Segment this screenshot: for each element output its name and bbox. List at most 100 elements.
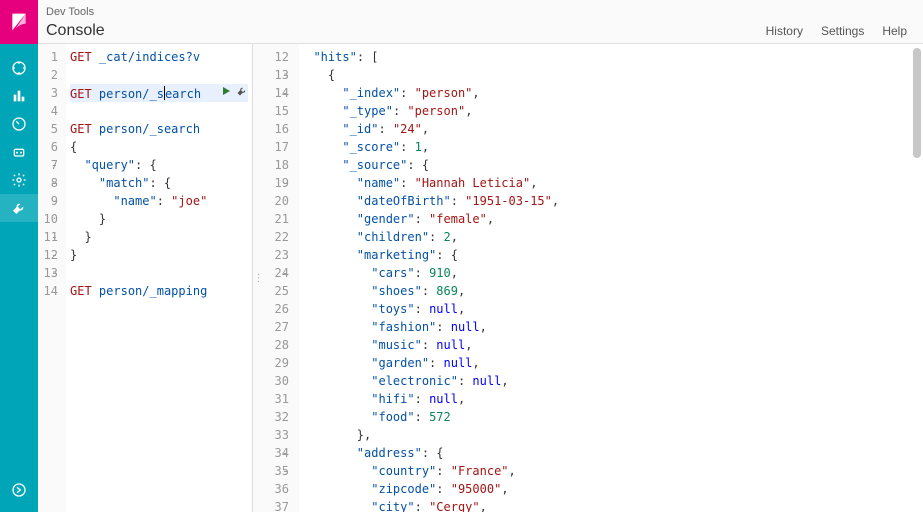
output-gutter-line: 27 bbox=[263, 318, 289, 336]
nav-discover[interactable] bbox=[0, 54, 38, 82]
left-sidebar bbox=[0, 0, 38, 512]
output-line: "zipcode": "95000", bbox=[299, 480, 923, 498]
wrench-icon bbox=[11, 200, 27, 216]
output-line: "shoes": 869, bbox=[299, 282, 923, 300]
history-link[interactable]: History bbox=[766, 24, 803, 38]
output-gutter-line: 24 bbox=[263, 264, 289, 282]
output-gutter-line: 12 - bbox=[263, 48, 289, 66]
editor-line[interactable]: "match": { bbox=[70, 174, 248, 192]
editor-gutter-line: 5 bbox=[38, 120, 58, 138]
editor-gutter-line: 10 - bbox=[38, 210, 58, 228]
output-gutter-line: 25 bbox=[263, 282, 289, 300]
collapse-icon bbox=[11, 482, 27, 498]
nav-timelion[interactable] bbox=[0, 138, 38, 166]
output-gutter-line: 19 bbox=[263, 174, 289, 192]
output-line: "_score": 1, bbox=[299, 138, 923, 156]
output-gutter-line: 32 bbox=[263, 408, 289, 426]
editor-line[interactable]: } bbox=[70, 210, 248, 228]
output-line: "_index": "person", bbox=[299, 84, 923, 102]
nav-collapse[interactable] bbox=[0, 476, 38, 504]
output-gutter-line: 31 bbox=[263, 390, 289, 408]
output-gutter-line: 28 bbox=[263, 336, 289, 354]
output-line: "_id": "24", bbox=[299, 120, 923, 138]
breadcrumb: Dev Tools bbox=[46, 4, 907, 18]
kibana-logo[interactable] bbox=[0, 0, 38, 44]
nav-dashboard[interactable] bbox=[0, 110, 38, 138]
output-line: "marketing": { bbox=[299, 246, 923, 264]
output-gutter-line: 16 bbox=[263, 120, 289, 138]
editor-gutter-line: 3 bbox=[38, 84, 58, 102]
output-line: "food": 572 bbox=[299, 408, 923, 426]
output-line: "address": { bbox=[299, 444, 923, 462]
output-scrollbar[interactable] bbox=[913, 48, 921, 158]
output-line: "garden": null, bbox=[299, 354, 923, 372]
editor-gutter: 1 2 3 4 5 6 -7 -8 -9 10 -11 -12 -13 14 bbox=[38, 44, 66, 512]
nav-visualize[interactable] bbox=[0, 82, 38, 110]
output-gutter-line: 22 bbox=[263, 228, 289, 246]
output-gutter-line: 17 bbox=[263, 138, 289, 156]
request-options-icon[interactable] bbox=[236, 84, 248, 102]
output-line: "fashion": null, bbox=[299, 318, 923, 336]
bar-chart-icon bbox=[11, 88, 27, 104]
output-line: "music": null, bbox=[299, 336, 923, 354]
output-line: "name": "Hannah Leticia", bbox=[299, 174, 923, 192]
output-gutter-line: 14 bbox=[263, 84, 289, 102]
output-gutter-line: 20 bbox=[263, 192, 289, 210]
output-gutter-line: 26 bbox=[263, 300, 289, 318]
editor-line[interactable]: { bbox=[70, 138, 248, 156]
kibana-logo-icon bbox=[9, 12, 29, 32]
request-actions bbox=[220, 84, 248, 102]
output-line: "dateOfBirth": "1951-03-15", bbox=[299, 192, 923, 210]
pane-splitter[interactable]: ⋮ bbox=[253, 44, 263, 512]
run-request-icon[interactable] bbox=[220, 84, 232, 102]
editor-line[interactable]: "name": "joe" bbox=[70, 192, 248, 210]
output-line: "hifi": null, bbox=[299, 390, 923, 408]
editor-code[interactable]: GET _cat/indices?v GET person/_search GET … bbox=[66, 44, 252, 512]
output-gutter-line: 36 bbox=[263, 480, 289, 498]
output-gutter-line: 21 bbox=[263, 210, 289, 228]
output-gutter-line: 35 bbox=[263, 462, 289, 480]
output-line: "toys": null, bbox=[299, 300, 923, 318]
editor-gutter-line: 1 bbox=[38, 48, 58, 66]
output-gutter-line: 23 - bbox=[263, 246, 289, 264]
output-gutter-line: 33 - bbox=[263, 426, 289, 444]
editor-gutter-line: 2 bbox=[38, 66, 58, 84]
editor-line[interactable]: } bbox=[70, 228, 248, 246]
help-link[interactable]: Help bbox=[882, 24, 907, 38]
nav-items bbox=[0, 54, 38, 476]
output-line: "_type": "person", bbox=[299, 102, 923, 120]
request-editor[interactable]: 1 2 3 4 5 6 -7 -8 -9 10 -11 -12 -13 14 G… bbox=[38, 44, 253, 512]
output-line: "hits": [ bbox=[299, 48, 923, 66]
robot-icon bbox=[11, 144, 27, 160]
splitter-dots-icon: ⋮ bbox=[254, 273, 263, 284]
editor-line[interactable] bbox=[70, 264, 248, 282]
output-gutter-line: 13 - bbox=[263, 66, 289, 84]
toolbar-right: History Settings Help bbox=[766, 24, 907, 38]
editor-line[interactable] bbox=[70, 66, 248, 84]
response-output[interactable]: 12 -13 -14 15 16 17 18 -19 20 21 22 23 -… bbox=[263, 44, 923, 512]
nav-dev-tools[interactable] bbox=[0, 194, 38, 222]
editor-line[interactable]: GET person/_search bbox=[70, 120, 248, 138]
output-line: "country": "France", bbox=[299, 462, 923, 480]
editor-gutter-line: 7 - bbox=[38, 156, 58, 174]
editor-gutter-line: 4 bbox=[38, 102, 58, 120]
editor-line[interactable]: GET _cat/indices?v bbox=[70, 48, 248, 66]
editor-line[interactable]: GET person/_mapping bbox=[70, 282, 248, 300]
page-title: Console bbox=[46, 22, 105, 40]
editor-line[interactable]: } bbox=[70, 246, 248, 264]
settings-link[interactable]: Settings bbox=[821, 24, 864, 38]
gauge-icon bbox=[11, 116, 27, 132]
output-gutter: 12 -13 -14 15 16 17 18 -19 20 21 22 23 -… bbox=[263, 44, 299, 512]
compass-icon bbox=[11, 60, 27, 76]
editor-line[interactable] bbox=[70, 102, 248, 120]
editor-line[interactable]: "query": { bbox=[70, 156, 248, 174]
editor-gutter-line: 13 bbox=[38, 264, 58, 282]
nav-management[interactable] bbox=[0, 166, 38, 194]
editor-gutter-line: 12 - bbox=[38, 246, 58, 264]
output-gutter-line: 37 bbox=[263, 498, 289, 512]
editor-gutter-line: 9 bbox=[38, 192, 58, 210]
output-line: "children": 2, bbox=[299, 228, 923, 246]
topbar: Dev Tools Console History Settings Help bbox=[38, 0, 923, 44]
output-line: "_source": { bbox=[299, 156, 923, 174]
output-line: "gender": "female", bbox=[299, 210, 923, 228]
